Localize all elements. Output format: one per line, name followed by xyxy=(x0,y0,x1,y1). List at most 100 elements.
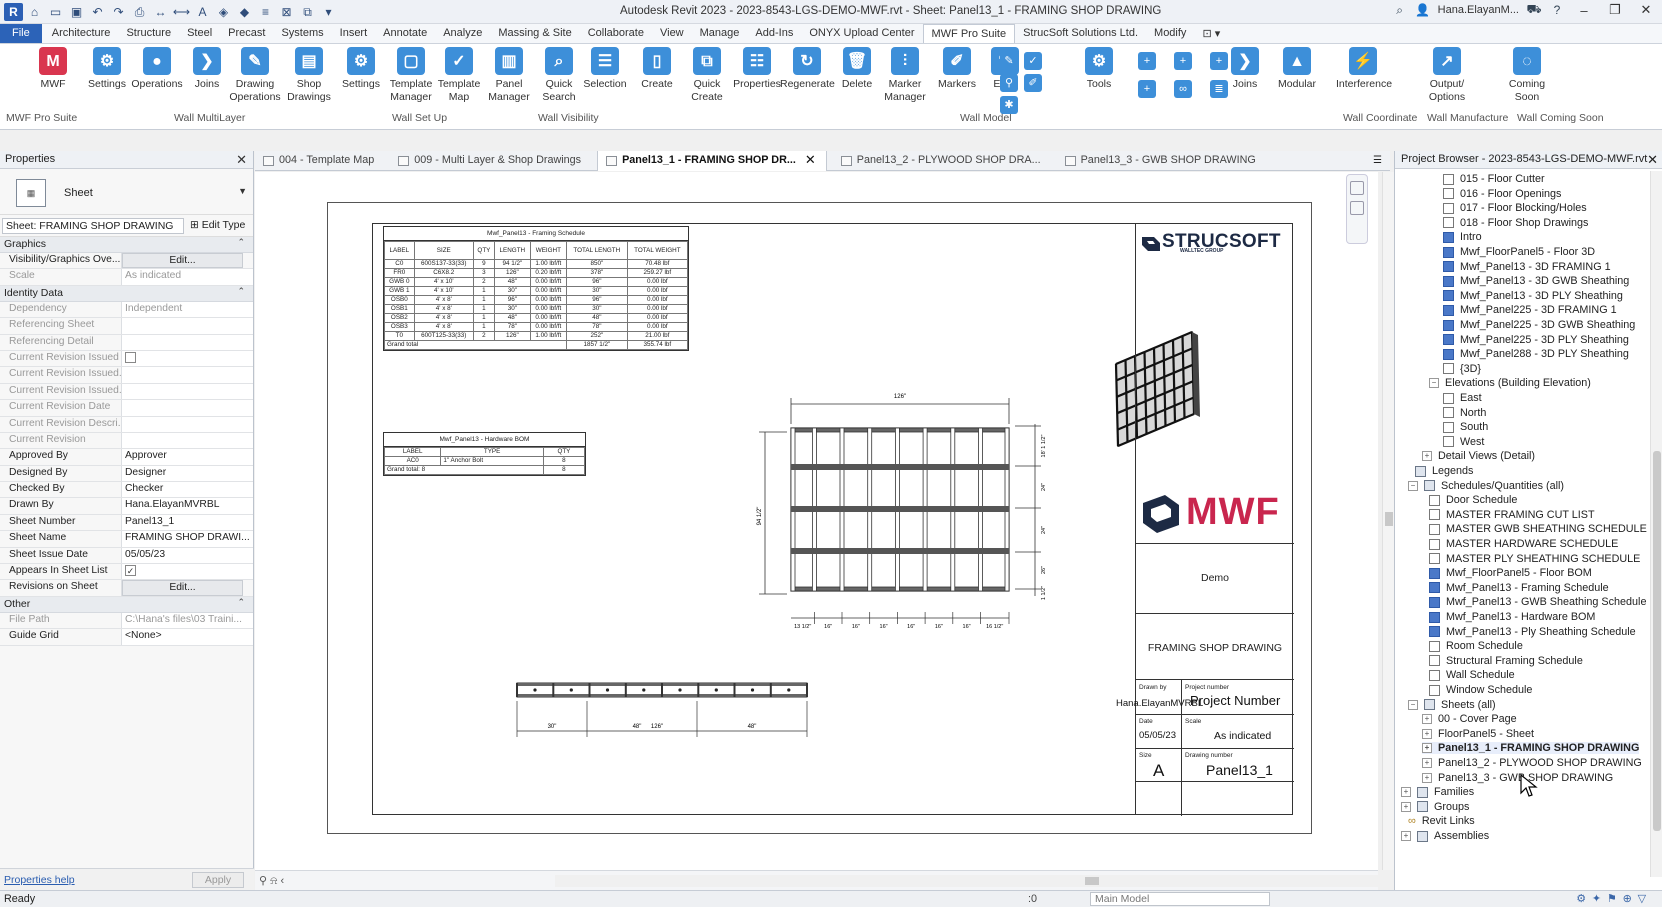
ribbon-button-markers[interactable]: ✐ Markers xyxy=(930,47,984,115)
tree-item[interactable]: Room Schedule xyxy=(1429,640,1523,652)
view-tab[interactable]: 009 - Multi Layer & Shop Drawings xyxy=(390,151,591,171)
tree-item[interactable]: + Panel13_2 - PLYWOOD SHOP DRAWING xyxy=(1422,757,1642,769)
tree-item[interactable]: + Panel13_1 - FRAMING SHOP DRAWING xyxy=(1422,742,1640,755)
property-value[interactable]: ✓ xyxy=(122,564,253,580)
save-icon[interactable]: ▣ xyxy=(67,3,86,21)
tab-modify[interactable]: Modify xyxy=(1146,24,1194,43)
tab-add-ins[interactable]: Add-Ins xyxy=(747,24,801,43)
steering-wheel-icon[interactable] xyxy=(1350,181,1364,195)
ribbon-button-drawing-operations[interactable]: ✎ Drawing Operations xyxy=(228,47,282,115)
tree-item[interactable]: Mwf_Panel225 - 3D FRAMING 1 xyxy=(1443,304,1617,316)
ribbon-button-template-map[interactable]: ✓ Template Map xyxy=(432,47,486,115)
tab-precast[interactable]: Precast xyxy=(220,24,273,43)
tree-item[interactable]: 016 - Floor Openings xyxy=(1443,188,1561,200)
tab-systems[interactable]: Systems xyxy=(273,24,331,43)
vertical-scroll-thumb[interactable] xyxy=(1385,512,1393,526)
measure-icon[interactable]: ↔ xyxy=(151,3,170,21)
collapse-icon[interactable]: ⌃ xyxy=(237,286,245,297)
ribbon-button-shop-drawings[interactable]: ▤ Shop Drawings xyxy=(282,47,336,115)
tree-item[interactable]: ∞ Revit Links xyxy=(1408,815,1475,827)
tree-item[interactable]: Mwf_Panel13 - Framing Schedule xyxy=(1429,582,1609,594)
tab-steel[interactable]: Steel xyxy=(179,24,220,43)
ribbon-button-regenerate[interactable]: ↻ Regenerate xyxy=(780,47,835,115)
property-value[interactable]: Checker xyxy=(122,482,253,498)
ribbon-button-interference[interactable]: ⚡ Interference xyxy=(1336,47,1392,115)
collapse-icon[interactable]: − xyxy=(1408,699,1418,710)
view-tab[interactable]: Panel13_3 - GWB SHOP DRAWING xyxy=(1057,151,1266,171)
ribbon-button-tools[interactable]: ⚙ Tools xyxy=(1072,47,1126,115)
view-tab[interactable]: 004 - Template Map xyxy=(255,151,384,171)
home-icon[interactable]: ⌂ xyxy=(25,3,44,21)
add-column-small-icon[interactable]: + xyxy=(1174,52,1192,70)
stack-small-icon[interactable]: ≣ xyxy=(1210,80,1228,98)
wall-pencil-small-icon[interactable]: ✐ xyxy=(1024,74,1042,92)
user-name[interactable]: Hana.ElayanM... xyxy=(1438,4,1519,16)
ribbon-button-marker-manager[interactable]: ⫶ Marker Manager xyxy=(878,47,932,115)
user-icon[interactable]: 👤 xyxy=(1415,3,1431,17)
framing-plan-drawing[interactable]: 30" 48" 126" 48" xyxy=(513,679,823,749)
tree-item[interactable]: MASTER GWB SHEATHING SCHEDULE xyxy=(1429,523,1647,535)
properties-help-link[interactable]: Properties help xyxy=(4,874,75,886)
ribbon-button-selection[interactable]: ☰ Selection xyxy=(578,47,632,115)
wall-light-small-icon[interactable]: ✱ xyxy=(1000,96,1018,114)
property-group-identity-data[interactable]: Identity Data ⌃ xyxy=(0,285,253,302)
type-selector[interactable]: ▦ Sheet ▼ xyxy=(0,169,253,215)
status-filter-icons[interactable]: ⚙✦⚑⊕▽ xyxy=(1576,892,1652,905)
property-value[interactable]: 05/05/23 xyxy=(122,547,253,564)
tab-architecture[interactable]: Architecture xyxy=(44,24,119,43)
property-group-graphics[interactable]: Graphics ⌃ xyxy=(0,237,253,253)
property-value[interactable]: FRAMING SHOP DRAWI... xyxy=(122,531,253,547)
instance-filter-select[interactable]: Sheet: FRAMING SHOP DRAWING xyxy=(2,218,184,234)
tree-item[interactable]: +00 - Cover Page xyxy=(1422,713,1517,725)
tree-item[interactable]: 015 - Floor Cutter xyxy=(1443,173,1545,185)
wall-check-small-icon[interactable]: ✓ xyxy=(1024,52,1042,70)
tree-item[interactable]: Legends xyxy=(1415,465,1473,477)
collapse-icon[interactable]: − xyxy=(1408,480,1418,491)
tab-mwf-pro-suite[interactable]: MWF Pro Suite xyxy=(922,24,1016,43)
expand-icon[interactable]: + xyxy=(1422,743,1432,754)
property-value[interactable]: <None> xyxy=(122,629,253,645)
ribbon-button-template-manager[interactable]: ▢ Template Manager xyxy=(384,47,438,115)
ribbon-button-delete[interactable]: 🗑 Delete xyxy=(830,47,884,115)
tree-item[interactable]: + Detail Views (Detail) xyxy=(1422,450,1535,462)
checkbox[interactable]: ✓ xyxy=(125,565,136,577)
framing-schedule[interactable]: Mwf_Panel13 - Framing Schedule LABEL SIZE… xyxy=(383,226,689,351)
property-value[interactable]: Panel13_1 xyxy=(122,514,253,531)
ribbon-button-settings[interactable]: ⚙ Settings xyxy=(80,47,134,115)
expand-icon[interactable]: + xyxy=(1401,801,1411,812)
expand-icon[interactable]: + xyxy=(1422,772,1432,783)
3d-view-icon[interactable]: ◈ xyxy=(214,3,233,21)
tree-item[interactable]: Window Schedule xyxy=(1429,684,1532,696)
ribbon-button-panel-manager[interactable]: ▥ Panel Manager xyxy=(482,47,536,115)
tree-item[interactable]: 018 - Floor Shop Drawings xyxy=(1443,217,1588,229)
canvas-vertical-scrollbar[interactable] xyxy=(1382,172,1394,870)
edit-button[interactable]: Edit... xyxy=(122,580,243,596)
close-icon[interactable]: ✕ xyxy=(1647,152,1658,168)
text-icon[interactable]: A xyxy=(193,3,212,21)
tree-item[interactable]: Intro xyxy=(1443,231,1482,243)
minimize-icon[interactable]: – xyxy=(1572,3,1596,18)
expand-icon[interactable]: + xyxy=(1422,728,1432,739)
dimension-icon[interactable]: ⟷ xyxy=(172,3,191,21)
project-browser-scroll-thumb[interactable] xyxy=(1653,451,1661,831)
tree-item[interactable]: − Elevations (Building Elevation) xyxy=(1429,377,1591,389)
expand-icon[interactable]: + xyxy=(1401,831,1411,841)
property-value[interactable]: Hana.ElayanMVRBL xyxy=(122,498,253,514)
chevron-down-icon[interactable]: ▼ xyxy=(238,186,247,196)
tab-view[interactable]: View xyxy=(652,24,692,43)
zoom-icon[interactable] xyxy=(1350,201,1364,215)
tab-structure[interactable]: Structure xyxy=(118,24,179,43)
tree-item[interactable]: MASTER FRAMING CUT LIST xyxy=(1429,509,1595,521)
drawing-area[interactable]: Mwf_Panel13 - Framing Schedule LABEL SIZE… xyxy=(255,172,1378,870)
ribbon-button-create[interactable]: ▯ Create xyxy=(630,47,684,115)
tree-item[interactable]: Mwf_Panel13 - Ply Sheathing Schedule xyxy=(1429,626,1636,638)
property-value[interactable]: Designer xyxy=(122,465,253,482)
tree-item[interactable]: + FloorPanel5 - Sheet xyxy=(1422,728,1534,740)
wall-pin-small-icon[interactable]: ⚲ xyxy=(1000,74,1018,92)
tab-collaborate[interactable]: Collaborate xyxy=(580,24,652,43)
tree-item[interactable]: + Assemblies xyxy=(1401,830,1489,842)
restore-icon[interactable]: ❐ xyxy=(1603,2,1627,18)
tree-item[interactable]: − Schedules/Quantities (all) xyxy=(1408,480,1564,492)
property-value[interactable]: Approver xyxy=(122,449,253,465)
hardware-bom[interactable]: Mwf_Panel13 - Hardware BOM LABEL TYPE QTY … xyxy=(383,432,586,476)
